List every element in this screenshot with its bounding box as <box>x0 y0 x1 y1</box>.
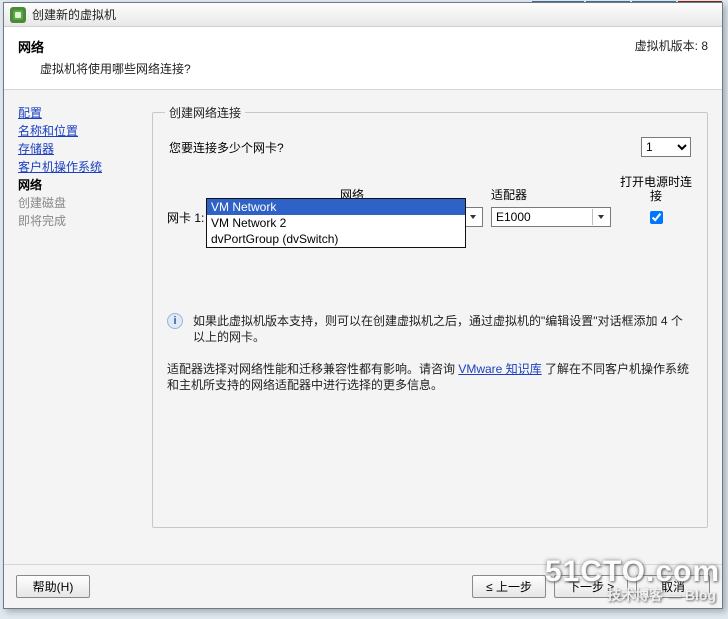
sidebar-item-guestos[interactable]: 客户机操作系统 <box>18 158 140 176</box>
wizard-footer: 帮助(H) ≤ 上一步 下一步 ≥ 取消 <box>4 564 722 608</box>
help-button[interactable]: 帮助(H) <box>16 575 90 598</box>
nic-count-question: 您要连接多少个网卡? <box>169 139 284 156</box>
nic1-connect-checkbox[interactable] <box>650 211 663 224</box>
dialog-titlebar[interactable]: 创建新的虚拟机 <box>4 3 722 27</box>
adapter-note: 适配器选择对网络性能和迁移兼容性都有影响。请咨询 VMware 知识库 了解在不… <box>167 361 693 393</box>
col-header-adapter: 适配器 <box>491 186 611 203</box>
chevron-down-icon <box>592 209 608 225</box>
dialog-title: 创建新的虚拟机 <box>32 6 116 23</box>
sidebar-item-network: 网络 <box>18 176 140 194</box>
sidebar-item-name-loc[interactable]: 名称和位置 <box>18 122 140 140</box>
cancel-button[interactable]: 取消 <box>636 575 710 598</box>
sidebar-item-config[interactable]: 配置 <box>18 104 140 122</box>
chevron-down-icon <box>464 209 480 225</box>
nic1-network-dropdown[interactable]: VM Network VM Network 2 dvPortGroup (dvS… <box>206 198 466 248</box>
vm-version-label: 虚拟机版本: 8 <box>635 37 708 54</box>
info-icon: i <box>167 313 183 329</box>
sidebar-item-disk: 创建磁盘 <box>18 194 140 212</box>
network-option-dvportgroup[interactable]: dvPortGroup (dvSwitch) <box>207 231 465 247</box>
wizard-main-pane: 创建网络连接 您要连接多少个网卡? 1 网络 适配器 打开电源时连接 网卡 1: <box>150 104 710 558</box>
nic-count-select[interactable]: 1 <box>641 137 691 157</box>
sidebar-item-storage[interactable]: 存储器 <box>18 140 140 158</box>
nic1-adapter-combo[interactable]: E1000 <box>491 207 611 227</box>
nic1-adapter-value: E1000 <box>496 210 531 224</box>
wizard-body: 配置 名称和位置 存储器 客户机操作系统 网络 创建磁盘 即将完成 创建网络连接… <box>4 90 722 564</box>
wizard-header: 网络 虚拟机将使用哪些网络连接? 虚拟机版本: 8 <box>4 27 722 90</box>
info-block: i 如果此虚拟机版本支持，则可以在创建虚拟机之后，通过虚拟机的"编辑设置"对话框… <box>167 313 693 345</box>
groupbox-legend: 创建网络连接 <box>165 104 245 121</box>
vmware-icon <box>10 7 26 23</box>
page-title: 网络 <box>18 37 708 56</box>
wizard-steps-sidebar: 配置 名称和位置 存储器 客户机操作系统 网络 创建磁盘 即将完成 <box>16 104 140 558</box>
wizard-dialog: 创建新的虚拟机 网络 虚拟机将使用哪些网络连接? 虚拟机版本: 8 配置 名称和… <box>3 2 723 609</box>
sidebar-item-ready: 即将完成 <box>18 212 140 230</box>
page-subtitle: 虚拟机将使用哪些网络连接? <box>40 60 708 77</box>
network-option-vmnetwork[interactable]: VM Network <box>207 199 465 215</box>
next-button[interactable]: 下一步 ≥ <box>554 575 628 598</box>
network-option-vmnetwork2[interactable]: VM Network 2 <box>207 215 465 231</box>
info-text: 如果此虚拟机版本支持，则可以在创建虚拟机之后，通过虚拟机的"编辑设置"对话框添加… <box>193 313 693 345</box>
col-header-connect: 打开电源时连接 <box>619 175 693 203</box>
adapter-note-pre: 适配器选择对网络性能和迁移兼容性都有影响。请咨询 <box>167 362 458 376</box>
vmware-kb-link[interactable]: VMware 知识库 <box>458 362 541 376</box>
network-groupbox: 创建网络连接 您要连接多少个网卡? 1 网络 适配器 打开电源时连接 网卡 1: <box>152 104 708 528</box>
back-button[interactable]: ≤ 上一步 <box>472 575 546 598</box>
